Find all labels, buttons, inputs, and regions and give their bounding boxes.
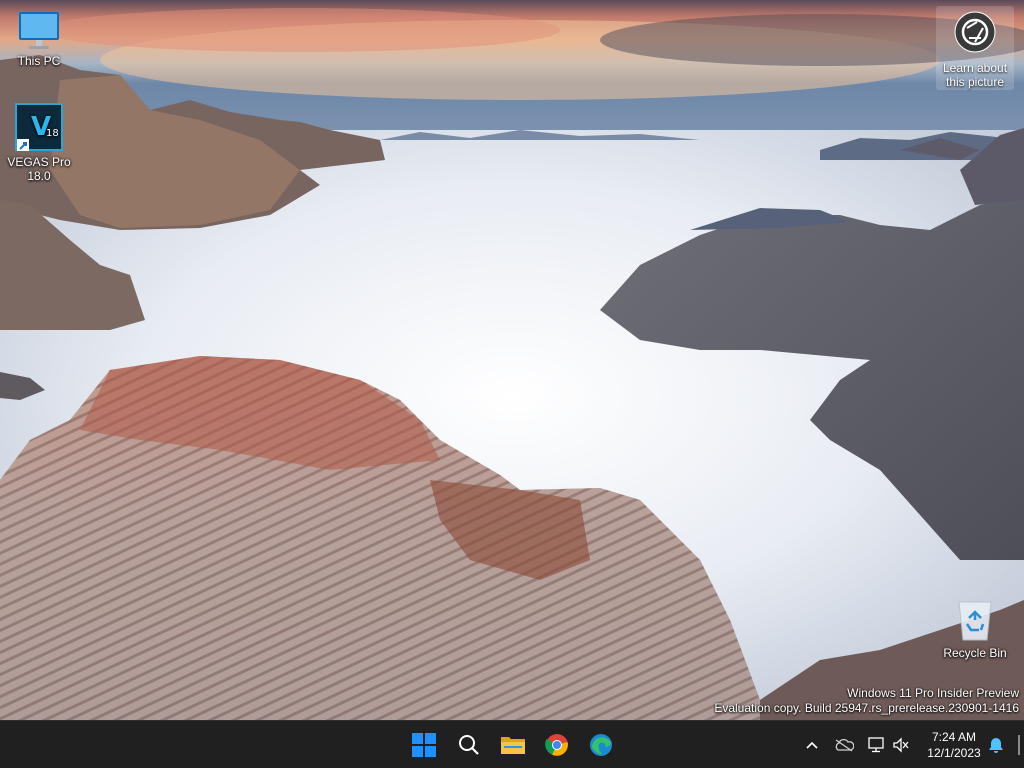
watermark-line-2: Evaluation copy. Build 25947.rs_prerelea… — [714, 701, 1019, 715]
evaluation-watermark: Windows 11 Pro Insider Preview Evaluatio… — [714, 686, 1019, 716]
onedrive-cloud-icon — [835, 738, 854, 752]
monitor-icon — [19, 12, 59, 49]
show-hidden-icons-button[interactable] — [800, 731, 824, 759]
desktop-icon-label: This PC — [17, 54, 61, 68]
volume-status[interactable] — [889, 731, 913, 759]
watermark-line-1: Windows 11 Pro Insider Preview — [847, 686, 1019, 700]
start-button[interactable] — [406, 727, 442, 763]
clock-date: 12/1/2023 — [927, 746, 981, 760]
chrome-icon — [545, 734, 568, 756]
edge-icon — [590, 734, 612, 756]
search-icon — [459, 735, 479, 755]
bell-icon — [989, 738, 1003, 753]
edge-button[interactable] — [583, 727, 619, 763]
volume-muted-icon — [893, 737, 909, 753]
search-button[interactable] — [451, 727, 487, 763]
chevron-up-icon — [806, 741, 818, 749]
show-desktop-button[interactable] — [1018, 735, 1020, 755]
desktop-icon-this-pc[interactable]: This PC — [1, 10, 77, 68]
desktop-icon-recycle-bin[interactable]: Recycle Bin — [937, 598, 1013, 660]
learn-about-label: Learn about this picture — [942, 61, 1008, 89]
folder-icon — [501, 737, 525, 754]
network-status[interactable] — [864, 731, 888, 759]
learn-about-this-picture[interactable]: Learn about this picture — [936, 6, 1014, 90]
windows-logo-icon — [412, 733, 436, 757]
clock[interactable]: 7:24 AM 12/1/2023 — [918, 729, 990, 761]
desktop-icon-label: Recycle Bin — [943, 646, 1007, 660]
svg-text:18: 18 — [46, 128, 59, 139]
network-icon — [868, 737, 884, 753]
desktop-wallpaper — [0, 0, 1024, 720]
recycle-bin-icon — [958, 601, 992, 641]
taskbar: 7:24 AM 12/1/2023 — [0, 720, 1024, 768]
chrome-button[interactable] — [539, 727, 575, 763]
clock-time: 7:24 AM — [931, 730, 977, 744]
file-explorer-button[interactable] — [495, 727, 531, 763]
desktop-icon-vegas-pro[interactable]: V 18 VEGAS Pro 18.0 — [1, 103, 77, 183]
notifications-button[interactable] — [984, 731, 1008, 759]
vegas-pro-icon: V 18 — [15, 103, 63, 151]
desktop-icon-label: VEGAS Pro 18.0 — [7, 155, 71, 183]
onedrive-status[interactable] — [832, 731, 856, 759]
camera-aperture-icon — [954, 11, 996, 53]
